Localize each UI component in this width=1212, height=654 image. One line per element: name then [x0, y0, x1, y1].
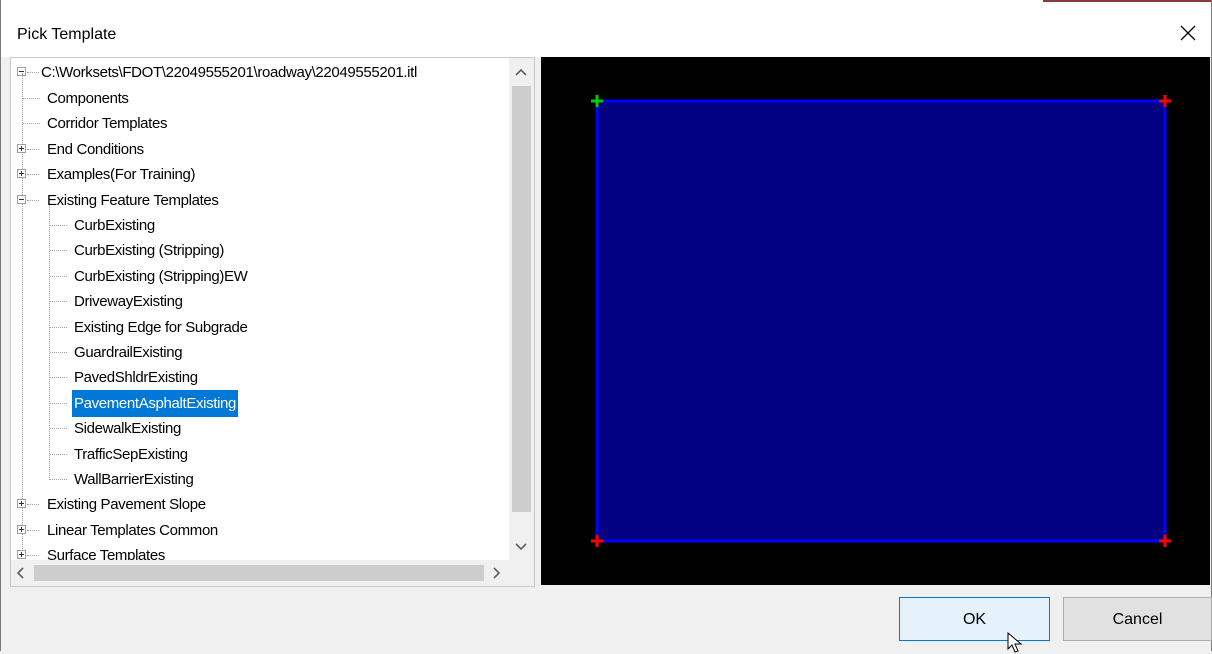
scrollbar-corner [509, 560, 534, 586]
tree-item-label: SidewalkExisting [74, 420, 181, 438]
tree-item-label: CurbExisting (Stripping) [74, 242, 224, 260]
tree-item-label: TrafficSepExisting [74, 445, 188, 463]
collapse-icon[interactable] [17, 194, 26, 204]
tree-item-label: CurbExisting (Stripping)EW [74, 267, 248, 285]
expand-icon[interactable] [17, 499, 26, 509]
close-icon [1180, 25, 1196, 41]
vertical-scrollbar[interactable] [509, 58, 534, 560]
title-bar: Pick Template [1, 0, 1211, 57]
template-shape [595, 99, 1167, 543]
expand-icon[interactable] [17, 143, 26, 153]
tree-item-label: PavementAsphaltExisting [72, 389, 239, 417]
tree-item-label: Existing Edge for Subgrade [74, 318, 248, 336]
tree-item-label: GuardrailExisting [74, 344, 183, 361]
tree-root-label: C:\Worksets\FDOT\22049555201\roadway\220… [41, 64, 417, 81]
tree-item-label: WallBarrierExisting [74, 471, 194, 488]
horizontal-scrollbar[interactable] [11, 560, 509, 586]
tree-item-label: CurbExisting [74, 217, 155, 234]
template-preview [541, 57, 1210, 585]
expand-icon[interactable] [17, 550, 26, 560]
chevron-up-icon[interactable] [515, 65, 527, 78]
tree-item-label: Existing Feature Templates [47, 191, 219, 209]
tree-item-label: Linear Templates Common [47, 521, 218, 539]
expand-icon[interactable] [17, 524, 26, 534]
tree-item-label: Examples(For Training) [47, 166, 196, 184]
tree-item-label: DrivewayExisting [74, 293, 183, 311]
chevron-left-icon[interactable] [16, 567, 24, 581]
tree-viewport: C:\Worksets\FDOT\22049555201\roadway\220… [11, 58, 509, 560]
template-tree[interactable]: C:\Worksets\FDOT\22049555201\roadway\220… [10, 57, 535, 587]
tree-item-label: PavedShldrExisting [74, 369, 198, 387]
close-button[interactable] [1165, 10, 1211, 56]
tree-item-label: Existing Pavement Slope [47, 496, 206, 514]
ok-button[interactable]: OK [899, 597, 1050, 641]
chevron-right-icon[interactable] [493, 567, 501, 581]
tree-item-label: End Conditions [47, 140, 144, 158]
vertical-scroll-thumb[interactable] [512, 86, 531, 512]
expand-icon[interactable] [17, 169, 26, 179]
tree-item-label: Surface Templates [47, 547, 166, 560]
background-window-edge [1043, 0, 1211, 2]
tree-item-label: Components [47, 90, 129, 107]
chevron-down-icon[interactable] [515, 540, 527, 553]
horizontal-scroll-thumb[interactable] [34, 565, 484, 581]
dialog-title: Pick Template [17, 26, 117, 43]
template-preview-canvas [591, 95, 1171, 547]
tree-item-label: Corridor Templates [47, 115, 168, 133]
cancel-button[interactable]: Cancel [1063, 597, 1212, 641]
pick-template-dialog: Pick Template C:\Worksets\FDOT\220495552… [0, 0, 1212, 653]
